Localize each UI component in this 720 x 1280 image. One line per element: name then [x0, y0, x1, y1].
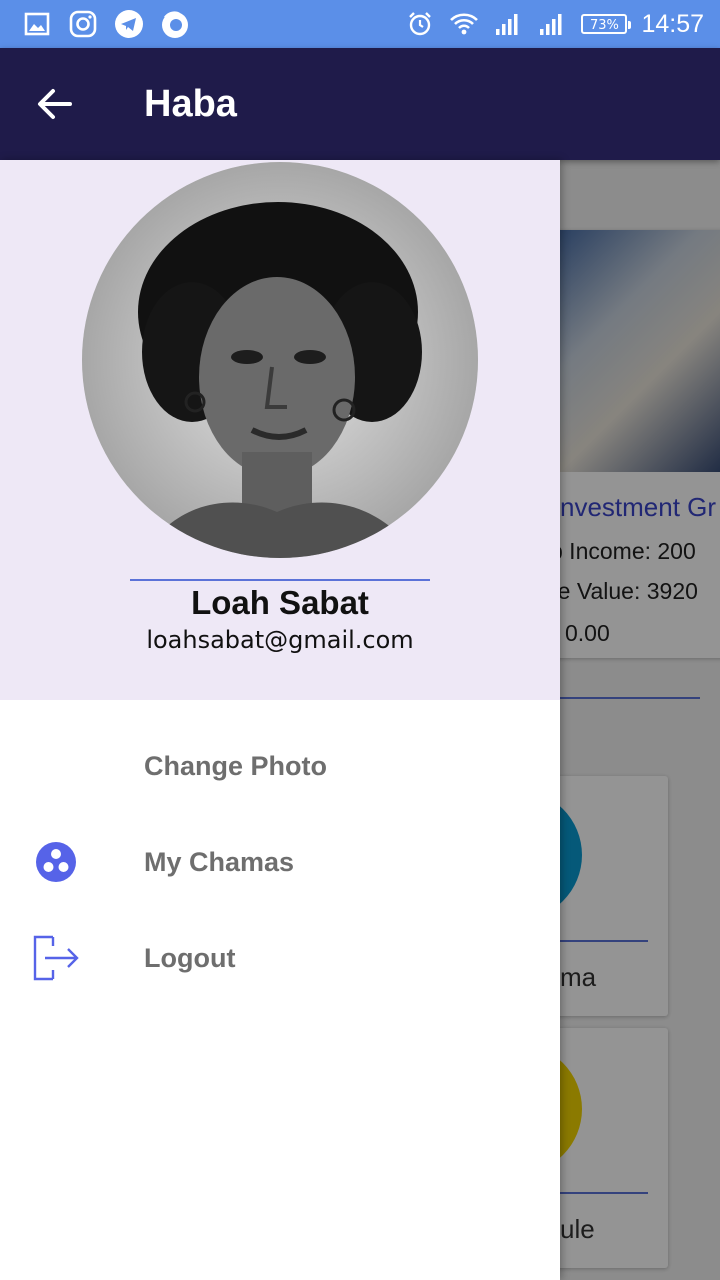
firefox-icon: [160, 9, 190, 39]
group-dots-icon: [28, 838, 84, 886]
menu-item-label: My Chamas: [144, 847, 295, 877]
instagram-icon: [68, 9, 98, 39]
app-bar: Haba: [0, 48, 720, 160]
battery-icon: 73%: [581, 14, 632, 34]
avatar[interactable]: [82, 162, 478, 558]
alarm-icon: [405, 9, 435, 39]
telegram-icon: [114, 9, 144, 39]
menu-item-change-photo[interactable]: Change Photo: [0, 718, 560, 814]
status-bar: 73% 14:57: [0, 0, 720, 48]
logout-icon: [28, 934, 84, 982]
status-time: 14:57: [641, 9, 704, 38]
user-email: loahsabat@gmail.com: [146, 626, 414, 654]
avatar-photo: [82, 162, 478, 558]
back-button[interactable]: [30, 82, 80, 126]
user-name: Loah Sabat: [191, 584, 369, 621]
menu-item-label: Logout: [144, 943, 236, 973]
gallery-icon: [22, 9, 52, 39]
wifi-icon: [449, 9, 479, 39]
page-title: Haba: [144, 83, 237, 125]
signal-icon: [493, 9, 523, 39]
menu-item-my-chamas[interactable]: My Chamas: [0, 814, 560, 910]
navigation-drawer: Loah Sabat loahsabat@gmail.com Change Ph…: [0, 160, 560, 1280]
signal-icon: [537, 9, 567, 39]
drawer-header: Loah Sabat loahsabat@gmail.com: [0, 160, 560, 700]
header-divider: [130, 579, 430, 581]
menu-item-label: Change Photo: [144, 751, 327, 781]
arrow-left-icon: [38, 89, 72, 119]
menu-item-logout[interactable]: Logout: [0, 910, 560, 1006]
